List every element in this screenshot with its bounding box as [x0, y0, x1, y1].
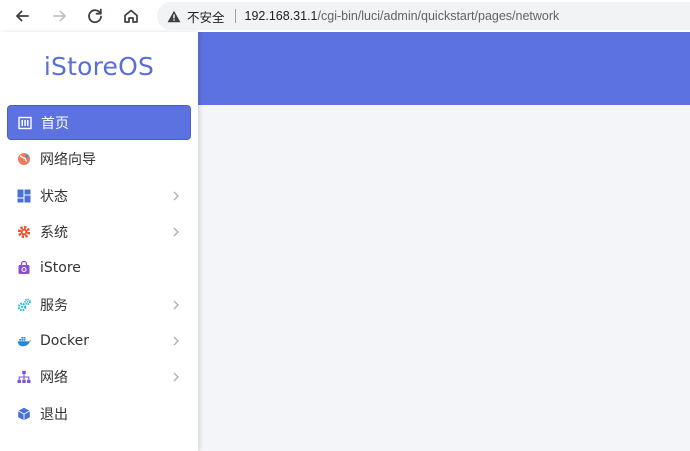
cogs-icon	[17, 298, 31, 312]
reload-icon	[88, 8, 102, 24]
sidebar-item-label: 系统	[40, 225, 68, 242]
house-icon	[124, 9, 138, 23]
sidebar: iStoreOS 首页 网络向导 状态 系统 iStore 服务 Docker …	[0, 32, 198, 451]
separator	[234, 9, 236, 23]
security-label[interactable]: 不安全	[187, 7, 225, 26]
back-button[interactable]	[10, 4, 34, 28]
dashboard-icon	[17, 189, 31, 203]
chevron-right-icon	[173, 372, 179, 382]
sidebar-item-label: 网络向导	[40, 152, 96, 169]
chevron-right-icon	[173, 300, 179, 310]
app-logo[interactable]: iStoreOS	[0, 52, 198, 81]
chevron-right-icon	[173, 191, 179, 201]
bag-icon	[17, 261, 31, 275]
docker-icon	[17, 334, 31, 348]
sidebar-item-network[interactable]: 网络	[0, 359, 198, 395]
sidebar-item-logout[interactable]: 退出	[0, 395, 198, 431]
sidebar-item-system[interactable]: 系统	[0, 214, 198, 250]
home-button[interactable]	[119, 4, 143, 28]
address-bar[interactable]: 不安全 192.168.31.1/cgi-bin/luci/admin/quic…	[157, 2, 690, 30]
home-icon	[18, 116, 32, 130]
sidebar-item-label: 状态	[40, 188, 68, 205]
arrow-right-icon	[53, 10, 66, 22]
network-icon	[17, 370, 31, 384]
browser-toolbar: 不安全 192.168.31.1/cgi-bin/luci/admin/quic…	[0, 0, 690, 32]
sidebar-item-label: Docker	[40, 332, 90, 349]
arrow-left-icon	[16, 10, 29, 22]
globe-icon	[17, 152, 31, 166]
url-host: 192.168.31.1	[244, 9, 318, 23]
sidebar-item-status[interactable]: 状态	[0, 178, 198, 214]
sidebar-menu: 首页 网络向导 状态 系统 iStore 服务 Docker 网络 退出	[0, 105, 198, 432]
cube-icon	[17, 407, 31, 421]
forward-button[interactable]	[48, 4, 72, 28]
sidebar-item-label: iStore	[40, 260, 81, 277]
sidebar-item-label: 网络	[40, 370, 68, 387]
gear-icon	[17, 225, 31, 239]
sidebar-item-network-wizard[interactable]: 网络向导	[0, 141, 198, 177]
sidebar-item-istore[interactable]: iStore	[0, 250, 198, 286]
main-content	[198, 105, 690, 451]
url-path: /cgi-bin/luci/admin/quickstart/pages/net…	[317, 9, 560, 23]
sidebar-item-docker[interactable]: Docker	[0, 323, 198, 359]
sidebar-item-label: 服务	[40, 297, 68, 314]
sidebar-item-label: 退出	[40, 406, 68, 423]
url-text[interactable]: 192.168.31.1/cgi-bin/luci/admin/quicksta…	[245, 9, 560, 23]
reload-button[interactable]	[83, 4, 107, 28]
warning-icon[interactable]	[167, 8, 183, 24]
chevron-right-icon	[173, 336, 179, 346]
header-banner	[198, 32, 690, 105]
sidebar-item-label: 首页	[41, 115, 69, 132]
sidebar-item-home[interactable]: 首页	[7, 105, 191, 140]
app-root: iStoreOS 首页 网络向导 状态 系统 iStore 服务 Docker …	[0, 32, 690, 451]
sidebar-item-services[interactable]: 服务	[0, 286, 198, 322]
chevron-right-icon	[173, 227, 179, 237]
